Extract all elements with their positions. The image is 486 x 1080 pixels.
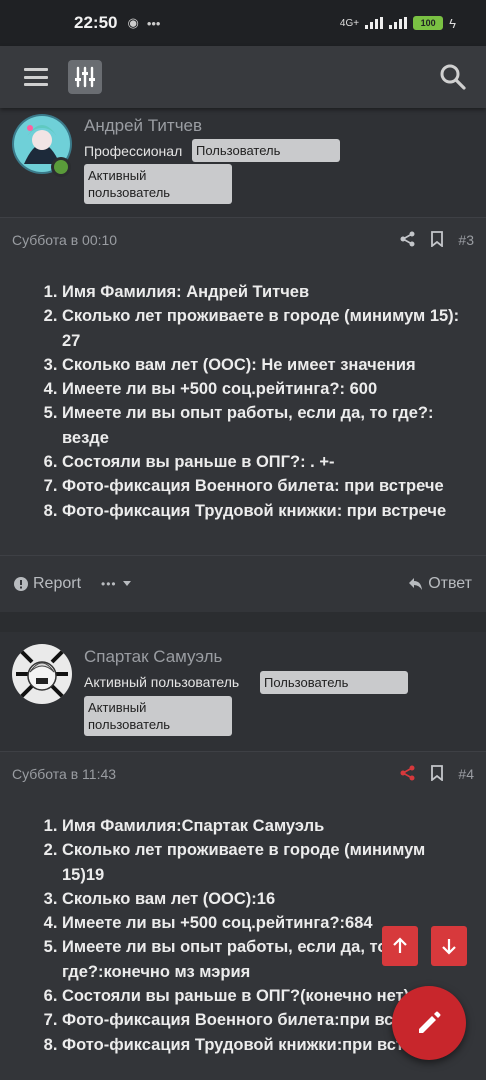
post-footer: Report ••• Ответ [0, 555, 486, 611]
answer-list: Имя Фамилия: Андрей Титчев Сколько лет п… [62, 280, 466, 523]
compose-button[interactable] [392, 986, 466, 1060]
reply-icon [409, 577, 423, 590]
post-header: Спартак Самуэль Активный пользователь По… [0, 632, 486, 752]
scroll-up-button[interactable] [382, 926, 418, 966]
more-options-button[interactable]: ••• [101, 577, 131, 591]
user-title: Профессионал [84, 143, 183, 159]
share-icon[interactable] [400, 765, 416, 784]
online-status-icon [51, 157, 71, 177]
warning-icon [14, 576, 28, 591]
filter-icon[interactable] [68, 60, 102, 94]
bookmark-icon[interactable] [430, 764, 444, 784]
report-button[interactable]: Report [14, 575, 81, 593]
notification-icon: ◉ [127, 15, 139, 30]
post-meta: Суббота в 11:43 #4 [0, 752, 486, 796]
post-number[interactable]: #4 [458, 766, 474, 782]
user-title: Активный пользователь [84, 674, 240, 690]
post-3: Андрей Титчев Профессионал Пользователь … [0, 108, 486, 612]
chevron-down-icon [122, 581, 131, 586]
charging-icon: ϟ [449, 15, 456, 31]
arrow-up-icon [393, 937, 407, 953]
more-notifications-icon: ••• [146, 15, 161, 31]
list-item: Состояли вы раньше в ОПГ?: . +- [62, 450, 466, 474]
list-item: Имя Фамилия: Андрей Титчев [62, 280, 466, 304]
list-item: Имя Фамилия:Спартак Самуэль [62, 814, 472, 838]
list-item: Фото-фиксация Военного билета: при встре… [62, 474, 466, 498]
avatar[interactable] [12, 644, 72, 704]
user-badge: Пользователь [192, 139, 340, 162]
user-badge-secondary: Активный пользователь [84, 696, 232, 736]
user-badge-secondary: Активный пользователь [84, 164, 232, 204]
search-icon[interactable] [438, 62, 468, 92]
list-item: Имеете ли вы +500 соц.рейтинга?: 600 [62, 377, 466, 401]
list-item: Сколько лет проживаете в городе (минимум… [62, 304, 466, 353]
arrow-down-icon [442, 939, 456, 955]
network-type: 4G+ [339, 17, 360, 29]
signal-icon [365, 17, 384, 29]
app-bar [0, 46, 486, 108]
post-number[interactable]: #3 [458, 232, 474, 248]
scroll-down-button[interactable] [431, 926, 467, 966]
status-bar: 22:50 ◉ ••• 4G+ 100 ϟ [0, 0, 486, 46]
pencil-icon [419, 1011, 441, 1033]
post-meta: Суббота в 00:10 #3 [0, 218, 486, 262]
post-header: Андрей Титчев Профессионал Пользователь … [0, 108, 486, 218]
list-item: Сколько вам лет (ООС): Не имеет значения [62, 353, 466, 377]
signal-icon-2 [389, 17, 408, 29]
post-author[interactable]: Андрей Титчев [84, 116, 202, 136]
post-date[interactable]: Суббота в 11:43 [12, 766, 116, 782]
menu-icon[interactable] [24, 68, 48, 86]
post-date[interactable]: Суббота в 00:10 [12, 232, 117, 248]
list-item: Фото-фиксация Трудовой книжки: при встре… [62, 499, 466, 523]
reply-button[interactable]: Ответ [409, 575, 472, 593]
list-item: Сколько лет проживаете в городе (минимум… [62, 838, 472, 887]
post-author[interactable]: Спартак Самуэль [84, 647, 222, 667]
list-item: Имеете ли вы опыт работы, если да, то гд… [62, 401, 466, 450]
battery-icon: 100 [413, 16, 444, 30]
post-body: Имя Фамилия: Андрей Титчев Сколько лет п… [0, 262, 486, 523]
user-badge: Пользователь [260, 671, 408, 694]
share-icon[interactable] [400, 231, 416, 250]
bookmark-icon[interactable] [430, 230, 444, 250]
list-item: Сколько вам лет (ООС):16 [62, 887, 472, 911]
status-time: 22:50 [74, 13, 118, 32]
